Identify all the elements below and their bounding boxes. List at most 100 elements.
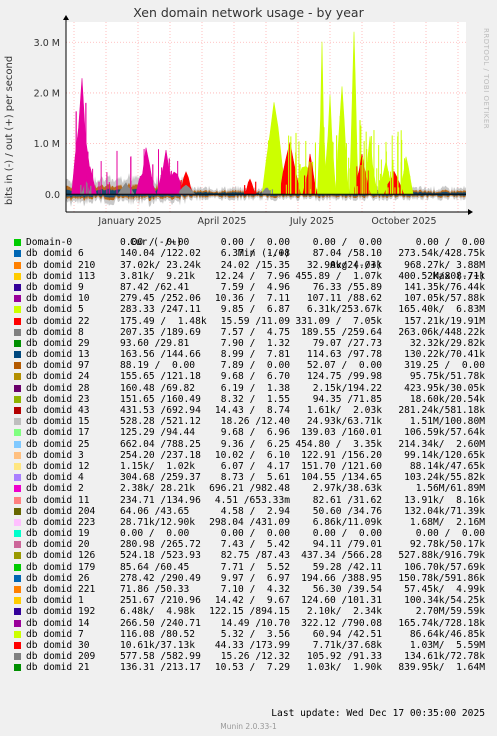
legend-label: db domid 126 — [26, 550, 96, 562]
legend-swatch — [14, 462, 21, 470]
legend-max: 92.78k/50.17k — [409, 539, 485, 551]
legend-min: 0.00 / 0.00 — [220, 528, 290, 540]
legend-min: 696.21 /982.48 — [209, 483, 290, 495]
legend-avg: 331.09 / 7.05k — [295, 315, 382, 327]
legend-max: 0.00 / 0.00 — [415, 237, 485, 249]
legend-label: Domain-0 — [26, 237, 73, 249]
legend-min: 7.57 / 4.75 — [220, 326, 290, 338]
legend-min: 24.02 /15.35 — [220, 259, 290, 271]
legend-cur: 279.45 /252.06 — [120, 293, 201, 305]
legend-label: db domid 25 — [26, 438, 90, 450]
legend-cur: 431.53 /692.94 — [120, 405, 201, 416]
x-axis-arrow — [468, 209, 473, 215]
legend-cur: 64.06 /43.65 — [120, 505, 190, 517]
legend-row: db domid 3 254.20 /237.18 10.02 / 6.10 122.… — [0, 450, 497, 461]
legend-swatch — [14, 328, 21, 336]
legend-max: 968.27k/ 3.88M — [404, 259, 485, 271]
legend-row: db domid 97 88.19 / 0.00 7.89 / 0.00 52.07 … — [0, 360, 497, 371]
legend-label: db domid 9 — [26, 281, 84, 293]
legend-avg: 0.00 / 0.00 — [312, 528, 382, 540]
legend-min: 4.51 /653.33m — [214, 494, 290, 506]
legend-row: db domid 25 662.04 /788.25 9.36 / 6.25 454.… — [0, 439, 497, 450]
legend-cur: 6.48k/ 4.98k — [120, 606, 196, 618]
legend-swatch — [14, 373, 21, 381]
legend-avg: 6.86k/11.09k — [312, 516, 382, 528]
legend-max: 150.78k/591.86k — [398, 572, 485, 584]
legend-max: 165.40k/ 6.83M — [398, 304, 485, 316]
legend-label: db domid 11 — [26, 494, 90, 506]
legend-max: 88.14k/47.65k — [409, 460, 485, 472]
legend-row: db domid 20 280.98 /265.72 7.43 / 5.42 94.1… — [0, 539, 497, 550]
legend-label: db domid 26 — [26, 572, 90, 584]
legend-swatch — [14, 250, 21, 258]
legend-min: 7.59 / 4.96 — [220, 281, 290, 293]
legend-avg: 7.71k/37.68k — [312, 639, 382, 651]
legend-avg: 76.33 /55.89 — [312, 281, 382, 293]
legend-avg: 60.94 /42.51 — [312, 628, 382, 640]
legend-cur: 577.58 /582.99 — [120, 651, 201, 663]
legend-row: db domid 8 207.35 /189.69 7.57 / 4.75 189.5… — [0, 327, 497, 338]
legend-min: 10.53 / 7.29 — [214, 662, 290, 674]
legend-min: 8.99 / 7.81 — [220, 349, 290, 361]
legend-cur: 28.71k/12.90k — [120, 516, 196, 528]
legend-max: 281.24k/581.18k — [398, 405, 485, 416]
legend-cur: 283.33 /247.11 — [120, 304, 201, 316]
legend-row: db domid 28 160.48 /69.82 6.19 / 1.38 2.15k… — [0, 383, 497, 394]
legend-swatch — [14, 351, 21, 359]
legend-max: 1.68M/ 2.16M — [409, 516, 485, 528]
legend-avg: 1.03k/ 1.90k — [306, 662, 382, 674]
legend-swatch — [14, 384, 21, 392]
legend-min: 7.90 / 1.32 — [220, 337, 290, 349]
legend-row: db domid 10 279.45 /252.06 10.36 / 7.11 107… — [0, 293, 497, 304]
legend-max: 423.95k/30.05k — [404, 382, 485, 394]
legend-swatch — [14, 485, 21, 493]
legend-swatch — [14, 507, 21, 515]
legend-cur: 528.28 /521.12 — [120, 416, 201, 428]
legend-avg: 2.15k/194.22 — [312, 382, 382, 394]
legend-swatch — [14, 295, 21, 303]
legend-max: 1.56M/61.89M — [415, 483, 485, 495]
legend-max: 100.34k/54.25k — [404, 595, 485, 607]
legend-avg: 455.89 / 1.07k — [295, 270, 382, 282]
legend-row: db domid 221 71.86 /50.33 7.10 / 4.32 56.30… — [0, 584, 497, 595]
legend-max: 214.34k/ 2.60M — [398, 438, 485, 450]
legend-label: db domid 12 — [26, 460, 90, 472]
legend-avg: 189.55 /259.64 — [301, 326, 382, 338]
legend-swatch — [14, 630, 21, 638]
legend-cur: 278.42 /290.49 — [120, 572, 201, 584]
legend-row: db domid 29 93.60 /29.81 7.90 / 1.32 79.07 … — [0, 338, 497, 349]
legend-max: 13.91k/ 8.16k — [404, 494, 485, 506]
legend-row: db domid 30 10.61k/37.13k 44.33 /173.99 7.7… — [0, 640, 497, 651]
y-tick-label: 1.0 M — [34, 139, 60, 150]
legend-avg: 1.61k/ 2.03k — [306, 405, 382, 416]
legend-cur: 524.18 /523.93 — [120, 550, 201, 562]
y-tick-label: 3.0 M — [34, 38, 60, 49]
legend-max: 2.70M/59.59k — [415, 606, 485, 618]
legend-min: 5.32 / 3.56 — [220, 628, 290, 640]
legend-label: db domid 209 — [26, 651, 96, 663]
legend-cur: 280.98 /265.72 — [120, 539, 201, 551]
legend-min: 10.02 / 6.10 — [214, 449, 290, 461]
legend-min: 4.58 / 2.94 — [220, 505, 290, 517]
legend-max: 165.74k/728.18k — [398, 617, 485, 629]
legend-rows: Domain-0 0.00 / 0.00 0.00 / 0.00 0.00 / 0.0… — [0, 237, 497, 673]
legend-cur: 125.29 /94.44 — [120, 427, 196, 439]
legend-swatch — [14, 239, 21, 247]
legend-label: db domid 1 — [26, 595, 84, 607]
legend-max: 99.14k/120.65k — [404, 449, 485, 461]
legend-cur: 2.38k/ 28.21k — [120, 483, 196, 495]
legend-cur: 163.56 /144.66 — [120, 349, 201, 361]
legend-cur: 85.64 /60.45 — [120, 561, 190, 573]
legend-min: 7.89 / 0.00 — [220, 360, 290, 372]
legend-avg: 82.61 /31.62 — [312, 494, 382, 506]
legend-max: 106.59k/57.64k — [404, 427, 485, 439]
legend-max: 400.52k/808.71k — [398, 270, 485, 282]
legend-label: db domid 14 — [26, 617, 90, 629]
legend-row: db domid 1 251.67 /210.96 14.42 / 9.67 124.… — [0, 595, 497, 606]
legend-row: db domid 21 136.31 /213.17 10.53 / 7.29 1.0… — [0, 662, 497, 673]
legend-cur: 175.49 / 1.48k — [120, 315, 207, 327]
legend-cur: 151.65 /160.49 — [120, 393, 201, 405]
legend-avg: 32.90k/24.03k — [306, 259, 382, 271]
legend-avg: 124.75 /99.98 — [306, 371, 382, 383]
legend-label: db domid 13 — [26, 349, 90, 361]
